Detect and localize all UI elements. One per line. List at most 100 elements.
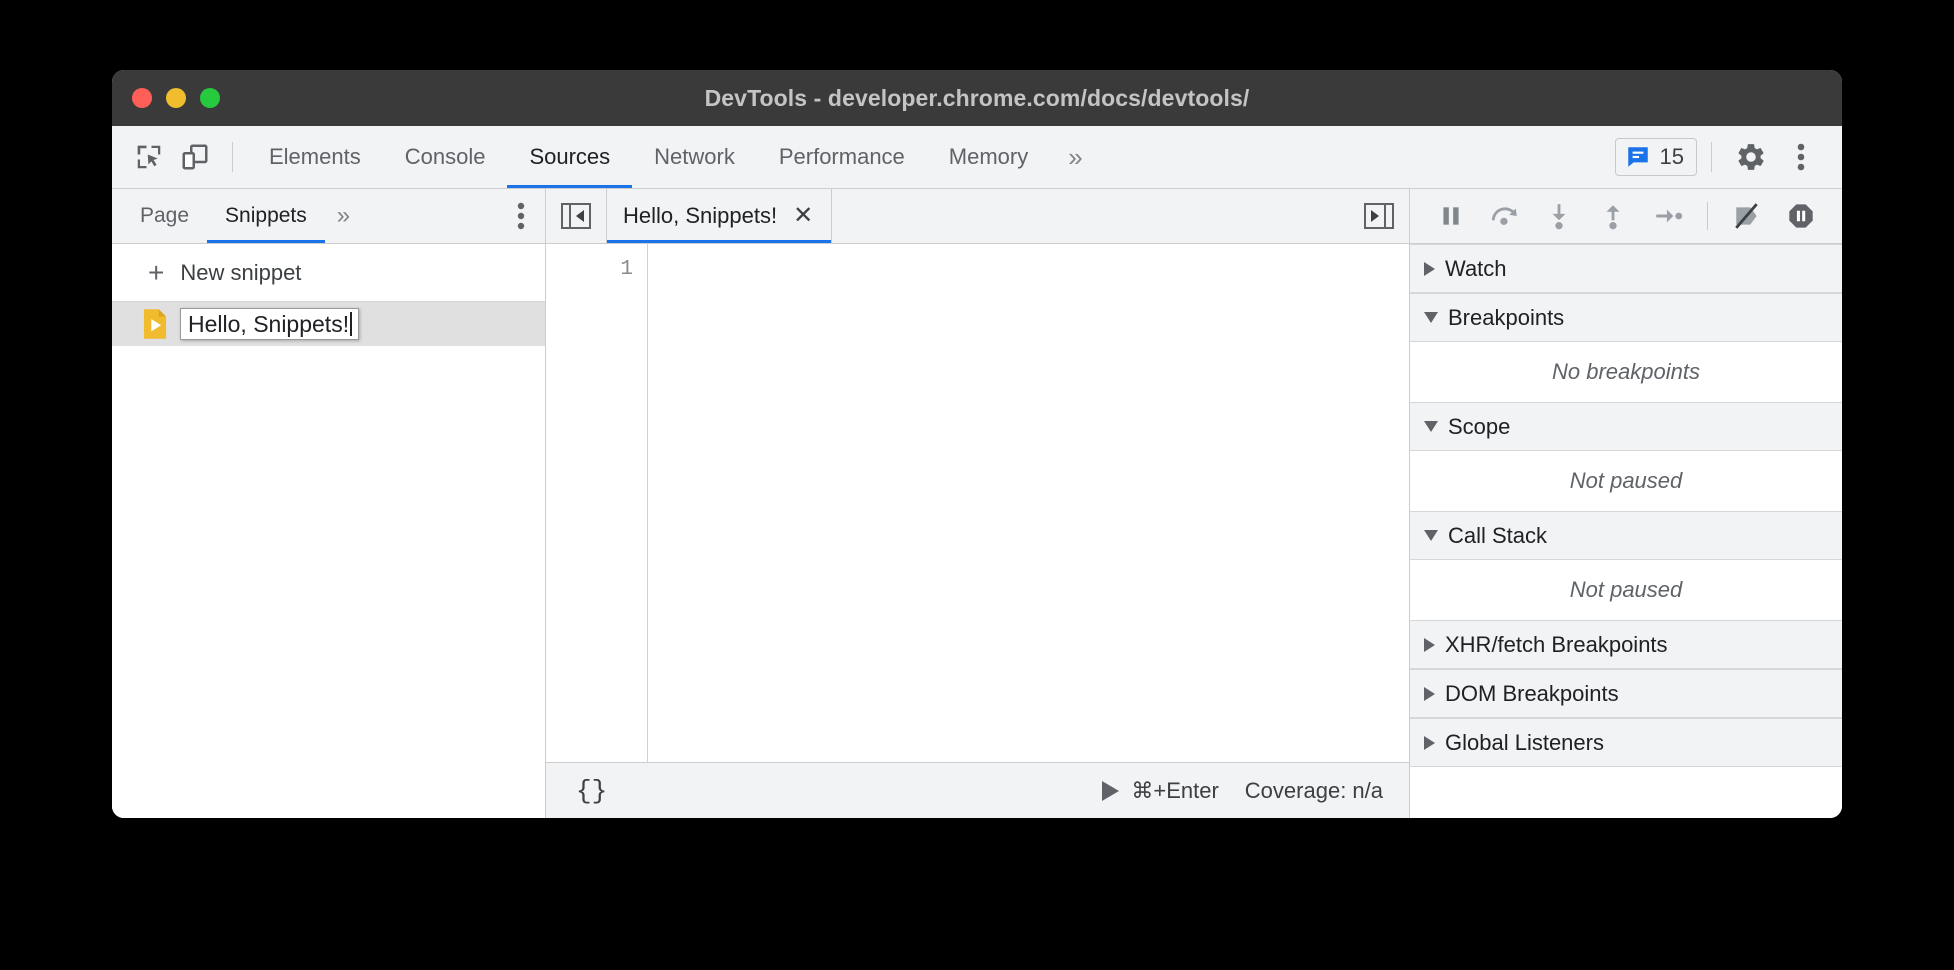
tab-elements[interactable]: Elements xyxy=(247,126,383,188)
new-snippet-button[interactable]: + New snippet xyxy=(112,244,545,302)
issues-bubble-icon xyxy=(1625,144,1651,170)
plus-icon: + xyxy=(148,259,164,287)
pane-body-breakpoints: No breakpoints xyxy=(1410,342,1842,402)
pane-body-call-stack: Not paused xyxy=(1410,560,1842,620)
pane-header-call-stack[interactable]: Call Stack xyxy=(1410,511,1842,560)
editor-panel: Hello, Snippets! ✕ 1 xyxy=(546,189,1410,818)
pane-header-xhr-fetch-breakpoints[interactable]: XHR/fetch Breakpoints xyxy=(1410,620,1842,669)
editor-tabbar: Hello, Snippets! ✕ xyxy=(546,189,1409,244)
nav-tab-snippets[interactable]: Snippets xyxy=(207,189,325,243)
devtools-main-toolbar: Elements Console Sources Network Perform… xyxy=(112,126,1842,189)
toolbar-divider xyxy=(232,142,233,172)
tab-elements-label: Elements xyxy=(269,144,361,170)
pretty-print-button[interactable]: {} xyxy=(576,776,607,806)
tab-memory-label: Memory xyxy=(949,144,1028,170)
device-toolbar-icon[interactable] xyxy=(172,134,218,180)
step-into-icon[interactable] xyxy=(1534,193,1584,239)
coverage-status: Coverage: n/a xyxy=(1245,778,1383,804)
editor-gutter: 1 xyxy=(546,244,648,762)
editor-file-tab[interactable]: Hello, Snippets! ✕ xyxy=(606,189,832,243)
debugger-panes: Watch Breakpoints No breakpoints Scope N… xyxy=(1410,244,1842,818)
pane-header-breakpoints[interactable]: Breakpoints xyxy=(1410,293,1842,342)
expand-right-panel-icon[interactable] xyxy=(1349,189,1409,243)
collapse-left-panel-icon[interactable] xyxy=(546,189,606,243)
gear-icon[interactable] xyxy=(1726,134,1776,180)
debugger-toolbar xyxy=(1410,189,1842,244)
navigator-empty-area xyxy=(112,346,545,818)
tab-network-label: Network xyxy=(654,144,735,170)
panel-tab-list: Elements Console Sources Network Perform… xyxy=(247,126,1050,188)
chevron-right-icon xyxy=(1424,638,1435,652)
window-title: DevTools - developer.chrome.com/docs/dev… xyxy=(112,85,1842,112)
pane-header-global-listeners[interactable]: Global Listeners xyxy=(1410,718,1842,767)
nav-tab-snippets-label: Snippets xyxy=(225,204,307,228)
pane-title-global-listeners: Global Listeners xyxy=(1445,730,1604,756)
step-icon[interactable] xyxy=(1643,193,1693,239)
close-icon[interactable]: ✕ xyxy=(793,204,813,228)
debugger-sidebar: Watch Breakpoints No breakpoints Scope N… xyxy=(1410,189,1842,818)
chevron-down-icon xyxy=(1424,312,1438,323)
run-snippet-button[interactable]: ⌘+Enter xyxy=(1102,778,1218,804)
pane-body-scope: Not paused xyxy=(1410,451,1842,511)
tab-performance-label: Performance xyxy=(779,144,905,170)
pane-title-breakpoints: Breakpoints xyxy=(1448,305,1564,331)
more-navigator-tabs-chevron-icon[interactable]: » xyxy=(325,189,362,243)
snippet-file-icon xyxy=(140,308,170,340)
navigator-tabbar: Page Snippets » xyxy=(112,189,545,244)
line-number: 1 xyxy=(546,258,633,281)
editor-file-tab-label: Hello, Snippets! xyxy=(623,203,777,229)
navigator-panel: Page Snippets » + New snippet xyxy=(112,189,546,818)
tab-network[interactable]: Network xyxy=(632,126,757,188)
issues-badge[interactable]: 15 xyxy=(1615,138,1697,176)
more-panels-chevron-icon[interactable]: » xyxy=(1050,142,1100,173)
tab-memory[interactable]: Memory xyxy=(927,126,1050,188)
nav-tab-page[interactable]: Page xyxy=(122,189,207,243)
snippet-list-item[interactable]: Hello, Snippets! xyxy=(112,302,545,346)
code-editor[interactable]: 1 xyxy=(546,244,1409,762)
chevron-right-icon xyxy=(1424,736,1435,750)
editor-code-content[interactable] xyxy=(648,244,1409,762)
devtools-window: DevTools - developer.chrome.com/docs/dev… xyxy=(112,70,1842,818)
new-snippet-label: New snippet xyxy=(180,260,301,286)
pane-title-scope: Scope xyxy=(1448,414,1510,440)
nav-tab-page-label: Page xyxy=(140,204,189,228)
pane-title-dom-breakpoints: DOM Breakpoints xyxy=(1445,681,1619,707)
maximize-window-button[interactable] xyxy=(200,88,220,108)
tab-console[interactable]: Console xyxy=(383,126,508,188)
chevron-down-icon xyxy=(1424,421,1438,432)
kebab-menu-icon[interactable] xyxy=(1776,134,1826,180)
text-caret xyxy=(350,312,352,336)
editor-statusbar: {} ⌘+Enter Coverage: n/a xyxy=(546,762,1409,818)
debugger-toolbar-divider xyxy=(1707,202,1708,230)
step-out-icon[interactable] xyxy=(1588,193,1638,239)
toolbar-divider-2 xyxy=(1711,142,1712,172)
tab-performance[interactable]: Performance xyxy=(757,126,927,188)
snippet-rename-value: Hello, Snippets! xyxy=(188,313,349,336)
issues-count: 15 xyxy=(1660,144,1684,170)
tab-console-label: Console xyxy=(405,144,486,170)
devtools-body: Page Snippets » + New snippet xyxy=(112,189,1842,818)
pane-header-watch[interactable]: Watch xyxy=(1410,244,1842,293)
pane-title-call-stack: Call Stack xyxy=(1448,523,1547,549)
window-titlebar: DevTools - developer.chrome.com/docs/dev… xyxy=(112,70,1842,126)
run-triangle-icon xyxy=(1102,781,1119,801)
pane-title-xhr-fetch-breakpoints: XHR/fetch Breakpoints xyxy=(1445,632,1668,658)
chevron-down-icon xyxy=(1424,530,1438,541)
tab-sources[interactable]: Sources xyxy=(507,126,632,188)
pane-title-watch: Watch xyxy=(1445,256,1507,282)
traffic-light-buttons xyxy=(132,70,220,126)
step-over-icon[interactable] xyxy=(1480,193,1530,239)
pane-header-scope[interactable]: Scope xyxy=(1410,402,1842,451)
close-window-button[interactable] xyxy=(132,88,152,108)
minimize-window-button[interactable] xyxy=(166,88,186,108)
deactivate-breakpoints-icon[interactable] xyxy=(1722,193,1772,239)
run-shortcut-label: ⌘+Enter xyxy=(1131,778,1218,804)
snippet-rename-input[interactable]: Hello, Snippets! xyxy=(180,308,359,340)
navigator-kebab-menu-icon[interactable] xyxy=(497,189,545,243)
navigator-tabbar-spacer xyxy=(362,189,497,243)
pause-icon[interactable] xyxy=(1426,193,1476,239)
pause-on-exceptions-icon[interactable] xyxy=(1776,193,1826,239)
inspect-element-icon[interactable] xyxy=(126,134,172,180)
pane-header-dom-breakpoints[interactable]: DOM Breakpoints xyxy=(1410,669,1842,718)
chevron-right-icon xyxy=(1424,262,1435,276)
